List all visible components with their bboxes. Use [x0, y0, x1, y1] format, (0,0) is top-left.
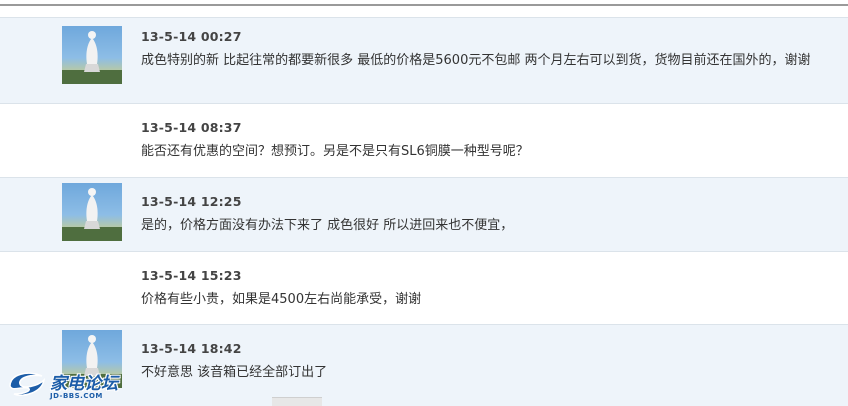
- message-item: 13-5-14 12:25 是的，价格方面没有办法下来了 成色很好 所以进回来也…: [0, 177, 848, 251]
- message-item: 13-5-14 00:27 成色特别的新 比起往常的都要新很多 最低的价格是56…: [0, 17, 848, 103]
- forum-watermark: 家电论坛 JD-BBS.COM: [6, 366, 128, 402]
- statue-image: [62, 31, 122, 84]
- message-text: 是的，价格方面没有办法下来了 成色很好 所以进回来也不便宜，: [141, 218, 514, 233]
- watermark-subtitle: JD-BBS.COM: [50, 392, 103, 400]
- message-text: 价格有些小贵，如果是4500左右尚能承受，谢谢: [141, 292, 422, 307]
- message-thread: 13-5-14 00:27 成色特别的新 比起往常的都要新很多 最低的价格是56…: [0, 17, 848, 406]
- message-timestamp: 13-5-14 00:27: [141, 29, 242, 44]
- avatar[interactable]: [62, 183, 122, 241]
- top-divider: [0, 4, 848, 6]
- message-timestamp: 13-5-14 12:25: [141, 194, 242, 209]
- avatar[interactable]: [62, 26, 122, 84]
- message-text: 能否还有优惠的空间？想预订。另是不是只有SL6铜膜一种型号呢？: [141, 144, 529, 159]
- message-timestamp: 13-5-14 18:42: [141, 341, 242, 356]
- statue-image: [62, 188, 122, 241]
- message-item: 13-5-14 15:23 价格有些小贵，如果是4500左右尚能承受，谢谢: [0, 251, 848, 324]
- message-text: 成色特别的新 比起往常的都要新很多 最低的价格是5600元不包邮 两个月左右可以…: [141, 53, 811, 68]
- message-timestamp: 13-5-14 08:37: [141, 120, 242, 135]
- watermark-title: 家电论坛: [50, 374, 118, 394]
- message-text: 不好意思 该音箱已经全部订出了: [141, 365, 328, 380]
- message-item: 13-5-14 08:37 能否还有优惠的空间？想预订。另是不是只有SL6铜膜一…: [0, 103, 848, 177]
- message-timestamp: 13-5-14 15:23: [141, 268, 242, 283]
- swirl-logo-icon: [9, 372, 46, 396]
